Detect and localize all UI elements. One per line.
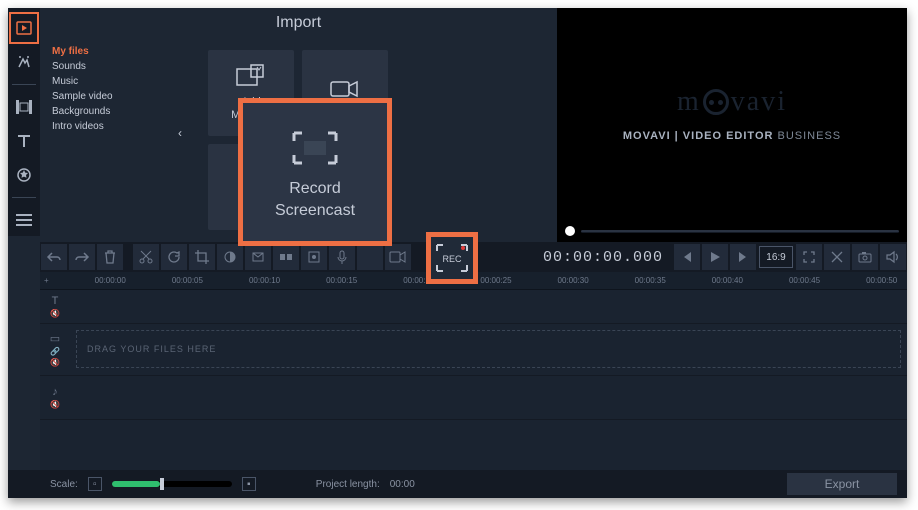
zoom-out-button[interactable]: ▫: [88, 477, 102, 491]
clip-props-button[interactable]: [245, 244, 271, 270]
rec-button-highlight[interactable]: REC: [426, 232, 478, 284]
category-list: My files Sounds Music Sample video Backg…: [52, 44, 113, 134]
mute-icon[interactable]: 🔇: [50, 309, 60, 318]
video-track-icon: ▭: [50, 332, 60, 345]
color-button[interactable]: [217, 244, 243, 270]
preview-scrubber[interactable]: [557, 220, 907, 242]
category-item[interactable]: Backgrounds: [52, 104, 113, 119]
brand-logo: mvavi: [677, 86, 787, 118]
rec-icon: REC: [435, 243, 469, 273]
category-item[interactable]: Intro videos: [52, 119, 113, 134]
import-tab[interactable]: [9, 12, 39, 44]
audio-track[interactable]: ♪ 🔇: [40, 376, 907, 420]
drop-zone[interactable]: DRAG YOUR FILES HERE: [76, 330, 901, 368]
next-frame-button[interactable]: [730, 244, 756, 270]
crop-button[interactable]: [189, 244, 215, 270]
prev-frame-button[interactable]: [674, 244, 700, 270]
panel-title: Import: [40, 8, 557, 38]
app-window: Import My files Sounds Music Sample vide…: [8, 8, 907, 498]
category-item[interactable]: Music: [52, 74, 113, 89]
playhead-dot-icon[interactable]: [565, 226, 575, 236]
rotate-button[interactable]: [161, 244, 187, 270]
vertical-toolbar: [8, 8, 40, 236]
aspect-ratio-display[interactable]: 16:9: [759, 246, 793, 268]
titles-tab[interactable]: [9, 125, 39, 157]
stickers-tab[interactable]: [9, 159, 39, 191]
screencast-frame-icon: [292, 131, 338, 170]
reel-icon: [703, 89, 729, 115]
brand-line: MOVAVI | VIDEO EDITOR BUSINESS: [623, 130, 841, 142]
project-length-label: Project length:: [316, 479, 380, 490]
expand-button[interactable]: [796, 244, 822, 270]
timecode-display: 00:00:00.000: [543, 249, 663, 266]
timeline-panel: + 00:00:0000:00:0500:00:1000:00:1500:00:…: [40, 272, 907, 470]
webcam-button[interactable]: [385, 244, 411, 270]
more-tab[interactable]: [9, 204, 39, 236]
detach-button[interactable]: [824, 244, 850, 270]
voiceover-button[interactable]: [329, 244, 355, 270]
status-bar: Scale: ▫ ▪ Project length: 00:00 Export: [8, 470, 907, 498]
snapshot-button[interactable]: [852, 244, 878, 270]
record-button[interactable]: [357, 244, 383, 270]
category-item[interactable]: Sounds: [52, 59, 113, 74]
filters-tab[interactable]: [9, 46, 39, 78]
tile-label: Record Screencast: [275, 178, 355, 222]
transition-wizard-button[interactable]: [273, 244, 299, 270]
cut-button[interactable]: [133, 244, 159, 270]
scale-label: Scale:: [50, 479, 78, 490]
zoom-slider[interactable]: [112, 481, 232, 487]
redo-button[interactable]: [69, 244, 95, 270]
export-button[interactable]: Export: [787, 473, 897, 495]
play-button[interactable]: [702, 244, 728, 270]
preview-panel: mvavi MOVAVI | VIDEO EDITOR BUSINESS: [557, 8, 907, 242]
audio-track-icon: ♪: [52, 386, 58, 398]
collapse-chevron-icon[interactable]: ‹: [178, 126, 182, 140]
media-icon: [237, 65, 265, 90]
mute-icon[interactable]: 🔇: [50, 400, 60, 409]
project-length-value: 00:00: [390, 479, 415, 490]
volume-button[interactable]: [880, 244, 906, 270]
title-track[interactable]: T 🔇: [40, 290, 907, 324]
title-track-icon: T: [52, 295, 59, 307]
undo-button[interactable]: [41, 244, 67, 270]
transitions-tab[interactable]: [9, 91, 39, 123]
record-screencast-highlight[interactable]: Record Screencast: [238, 98, 392, 246]
zoom-in-button[interactable]: ▪: [242, 477, 256, 491]
audio-props-button[interactable]: [301, 244, 327, 270]
mute-icon[interactable]: 🔇: [50, 358, 60, 367]
category-item[interactable]: My files: [52, 44, 113, 59]
link-icon[interactable]: 🔗: [50, 347, 60, 356]
video-track[interactable]: ▭ 🔗 🔇 DRAG YOUR FILES HERE: [40, 324, 907, 376]
delete-button[interactable]: [97, 244, 123, 270]
svg-text:REC: REC: [442, 254, 462, 264]
category-item[interactable]: Sample video: [52, 89, 113, 104]
